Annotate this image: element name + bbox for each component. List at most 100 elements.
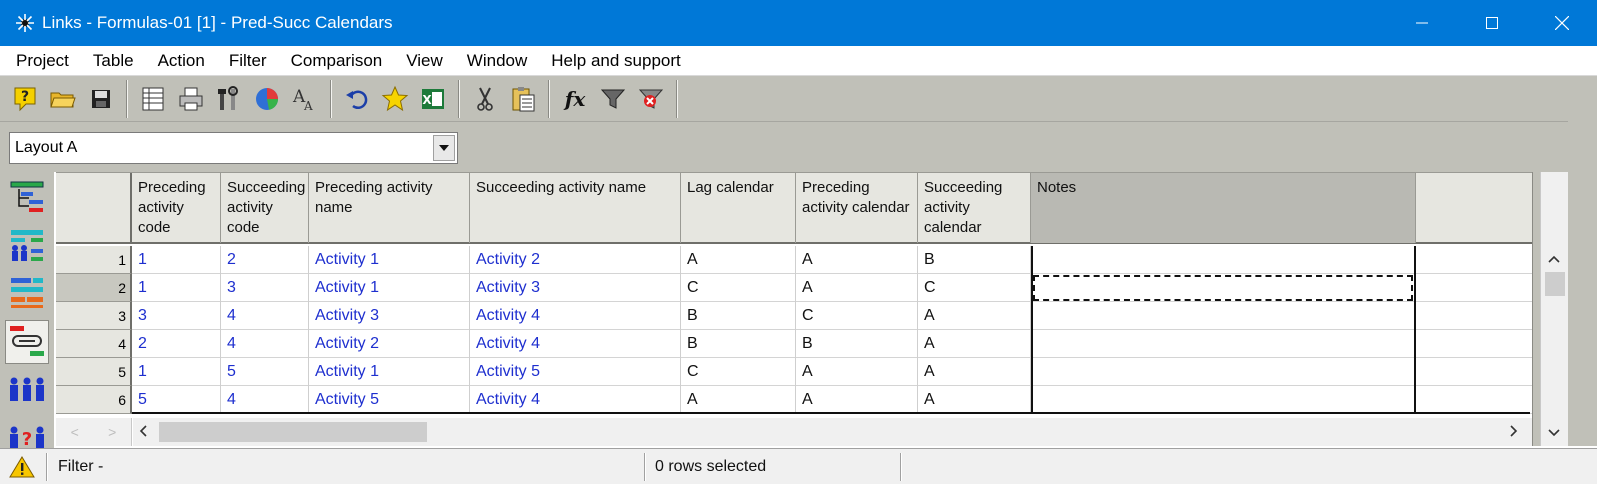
open-button[interactable] [47,83,79,115]
scroll-up-icon[interactable] [1548,250,1560,266]
clear-filter-button[interactable] [635,83,667,115]
table-button[interactable] [137,83,169,115]
dropdown-arrow-button[interactable] [433,135,455,161]
cell-preceding-activity-name[interactable]: Activity 1 [309,246,470,274]
scroll-left-icon[interactable] [139,424,147,440]
bars-view-button[interactable] [5,272,49,316]
cell-lag-calendar[interactable]: B [681,330,796,358]
cell-preceding-activity-calendar[interactable]: A [796,246,918,274]
column-header-lag-calendar[interactable]: Lag calendar [681,173,796,243]
cell-succeeding-activity-name[interactable]: Activity 5 [470,358,681,386]
column-header-preceding-activity-calendar[interactable]: Preceding activity calendar [796,173,918,243]
layout-select[interactable]: Layout A [9,132,458,164]
cell-succeeding-activity-code[interactable]: 5 [221,358,309,386]
menu-action[interactable]: Action [146,46,217,76]
grid-corner[interactable] [56,173,132,243]
cell-preceding-activity-name[interactable]: Activity 5 [309,386,470,414]
paste-button[interactable] [507,83,539,115]
cell-succeeding-activity-calendar[interactable]: C [918,274,1031,302]
cell-preceding-activity-calendar[interactable]: A [796,358,918,386]
column-header-succeeding-activity-name[interactable]: Succeeding activity name [470,173,681,243]
cell-notes[interactable] [1031,274,1416,302]
cell-succeeding-activity-calendar[interactable]: A [918,386,1031,414]
row-header[interactable]: 4 [56,330,132,358]
links-view-button[interactable] [5,320,49,364]
row-header[interactable]: 1 [56,246,132,274]
cell-succeeding-activity-calendar[interactable]: A [918,358,1031,386]
cell-succeeding-activity-code[interactable]: 2 [221,246,309,274]
cell-preceding-activity-code[interactable]: 1 [132,274,221,302]
resources-gantt-view-button[interactable] [5,224,49,268]
chart-button[interactable] [251,83,283,115]
cell-preceding-activity-code[interactable]: 5 [132,386,221,414]
cell-lag-calendar[interactable]: A [681,246,796,274]
scroll-right-icon[interactable] [1510,424,1518,440]
cell-preceding-activity-code[interactable]: 1 [132,358,221,386]
tools-button[interactable] [213,83,245,115]
vertical-scroll-thumb[interactable] [1545,272,1565,296]
horizontal-scrollbar[interactable] [133,418,1532,446]
cell-notes[interactable] [1031,386,1416,414]
cell-preceding-activity-code[interactable]: 1 [132,246,221,274]
cell-lag-calendar[interactable]: C [681,274,796,302]
cell-preceding-activity-code[interactable]: 2 [132,330,221,358]
cell-succeeding-activity-name[interactable]: Activity 4 [470,330,681,358]
table-row[interactable]: 3 3 4 Activity 3 Activity 4BCA [56,302,1532,330]
cell-succeeding-activity-calendar[interactable]: A [918,302,1031,330]
cell-succeeding-activity-code[interactable]: 3 [221,274,309,302]
table-row[interactable]: 1 1 2 Activity 1 Activity 2AAB [56,246,1532,274]
cell-succeeding-activity-name[interactable]: Activity 2 [470,246,681,274]
cell-succeeding-activity-calendar[interactable]: B [918,246,1031,274]
chevron-right-icon[interactable]: > [108,424,116,440]
row-header[interactable]: 3 [56,302,132,330]
cell-preceding-activity-name[interactable]: Activity 3 [309,302,470,330]
cut-button[interactable] [469,83,501,115]
column-header-notes[interactable]: Notes [1031,173,1416,243]
menu-window[interactable]: Window [455,46,539,76]
excel-export-button[interactable]: X [417,83,449,115]
cell-succeeding-activity-code[interactable]: 4 [221,330,309,358]
cell-preceding-activity-calendar[interactable]: A [796,386,918,414]
cell-succeeding-activity-code[interactable]: 4 [221,302,309,330]
cell-succeeding-activity-name[interactable]: Activity 4 [470,386,681,414]
cell-notes[interactable] [1031,330,1416,358]
app-logo-icon[interactable] [14,12,36,34]
save-button[interactable] [85,83,117,115]
menu-view[interactable]: View [394,46,455,76]
column-header-succeeding-activity-code[interactable]: Succeeding activity code [221,173,309,243]
warning-icon[interactable] [8,453,36,481]
table-row[interactable]: 4 2 4 Activity 2 Activity 4BBA [56,330,1532,358]
menu-comparison[interactable]: Comparison [279,46,395,76]
split-handle[interactable] [1532,172,1540,446]
row-header[interactable]: 5 [56,358,132,386]
favorite-button[interactable] [379,83,411,115]
formula-button[interactable]: fx [559,83,591,115]
cell-succeeding-activity-name[interactable]: Activity 4 [470,302,681,330]
table-row[interactable]: 5 1 5 Activity 1 Activity 5CAA [56,358,1532,386]
cell-notes[interactable] [1031,302,1416,330]
cell-succeeding-activity-name[interactable]: Activity 3 [470,274,681,302]
cell-succeeding-activity-code[interactable]: 4 [221,386,309,414]
cell-notes[interactable] [1031,246,1416,274]
table-row[interactable]: 2 1 3 Activity 1 Activity 3CAC [56,274,1532,302]
close-button[interactable] [1527,0,1597,46]
row-header[interactable]: 2 [56,274,132,302]
cell-succeeding-activity-calendar[interactable]: A [918,330,1031,358]
scroll-down-icon[interactable] [1548,424,1560,440]
undo-button[interactable] [341,83,373,115]
menu-project[interactable]: Project [0,46,81,76]
filter-button[interactable] [597,83,629,115]
cell-lag-calendar[interactable]: B [681,302,796,330]
cell-preceding-activity-code[interactable]: 3 [132,302,221,330]
cell-lag-calendar[interactable]: C [681,358,796,386]
gantt-view-button[interactable] [5,176,49,220]
cell-preceding-activity-name[interactable]: Activity 1 [309,274,470,302]
cell-lag-calendar[interactable]: A [681,386,796,414]
menu-help-and-support[interactable]: Help and support [539,46,692,76]
maximize-button[interactable] [1457,0,1527,46]
help-button[interactable]: ? [9,83,41,115]
resources-view-button[interactable] [5,368,49,412]
menu-table[interactable]: Table [81,46,146,76]
cell-preceding-activity-name[interactable]: Activity 2 [309,330,470,358]
cell-preceding-activity-calendar[interactable]: A [796,274,918,302]
